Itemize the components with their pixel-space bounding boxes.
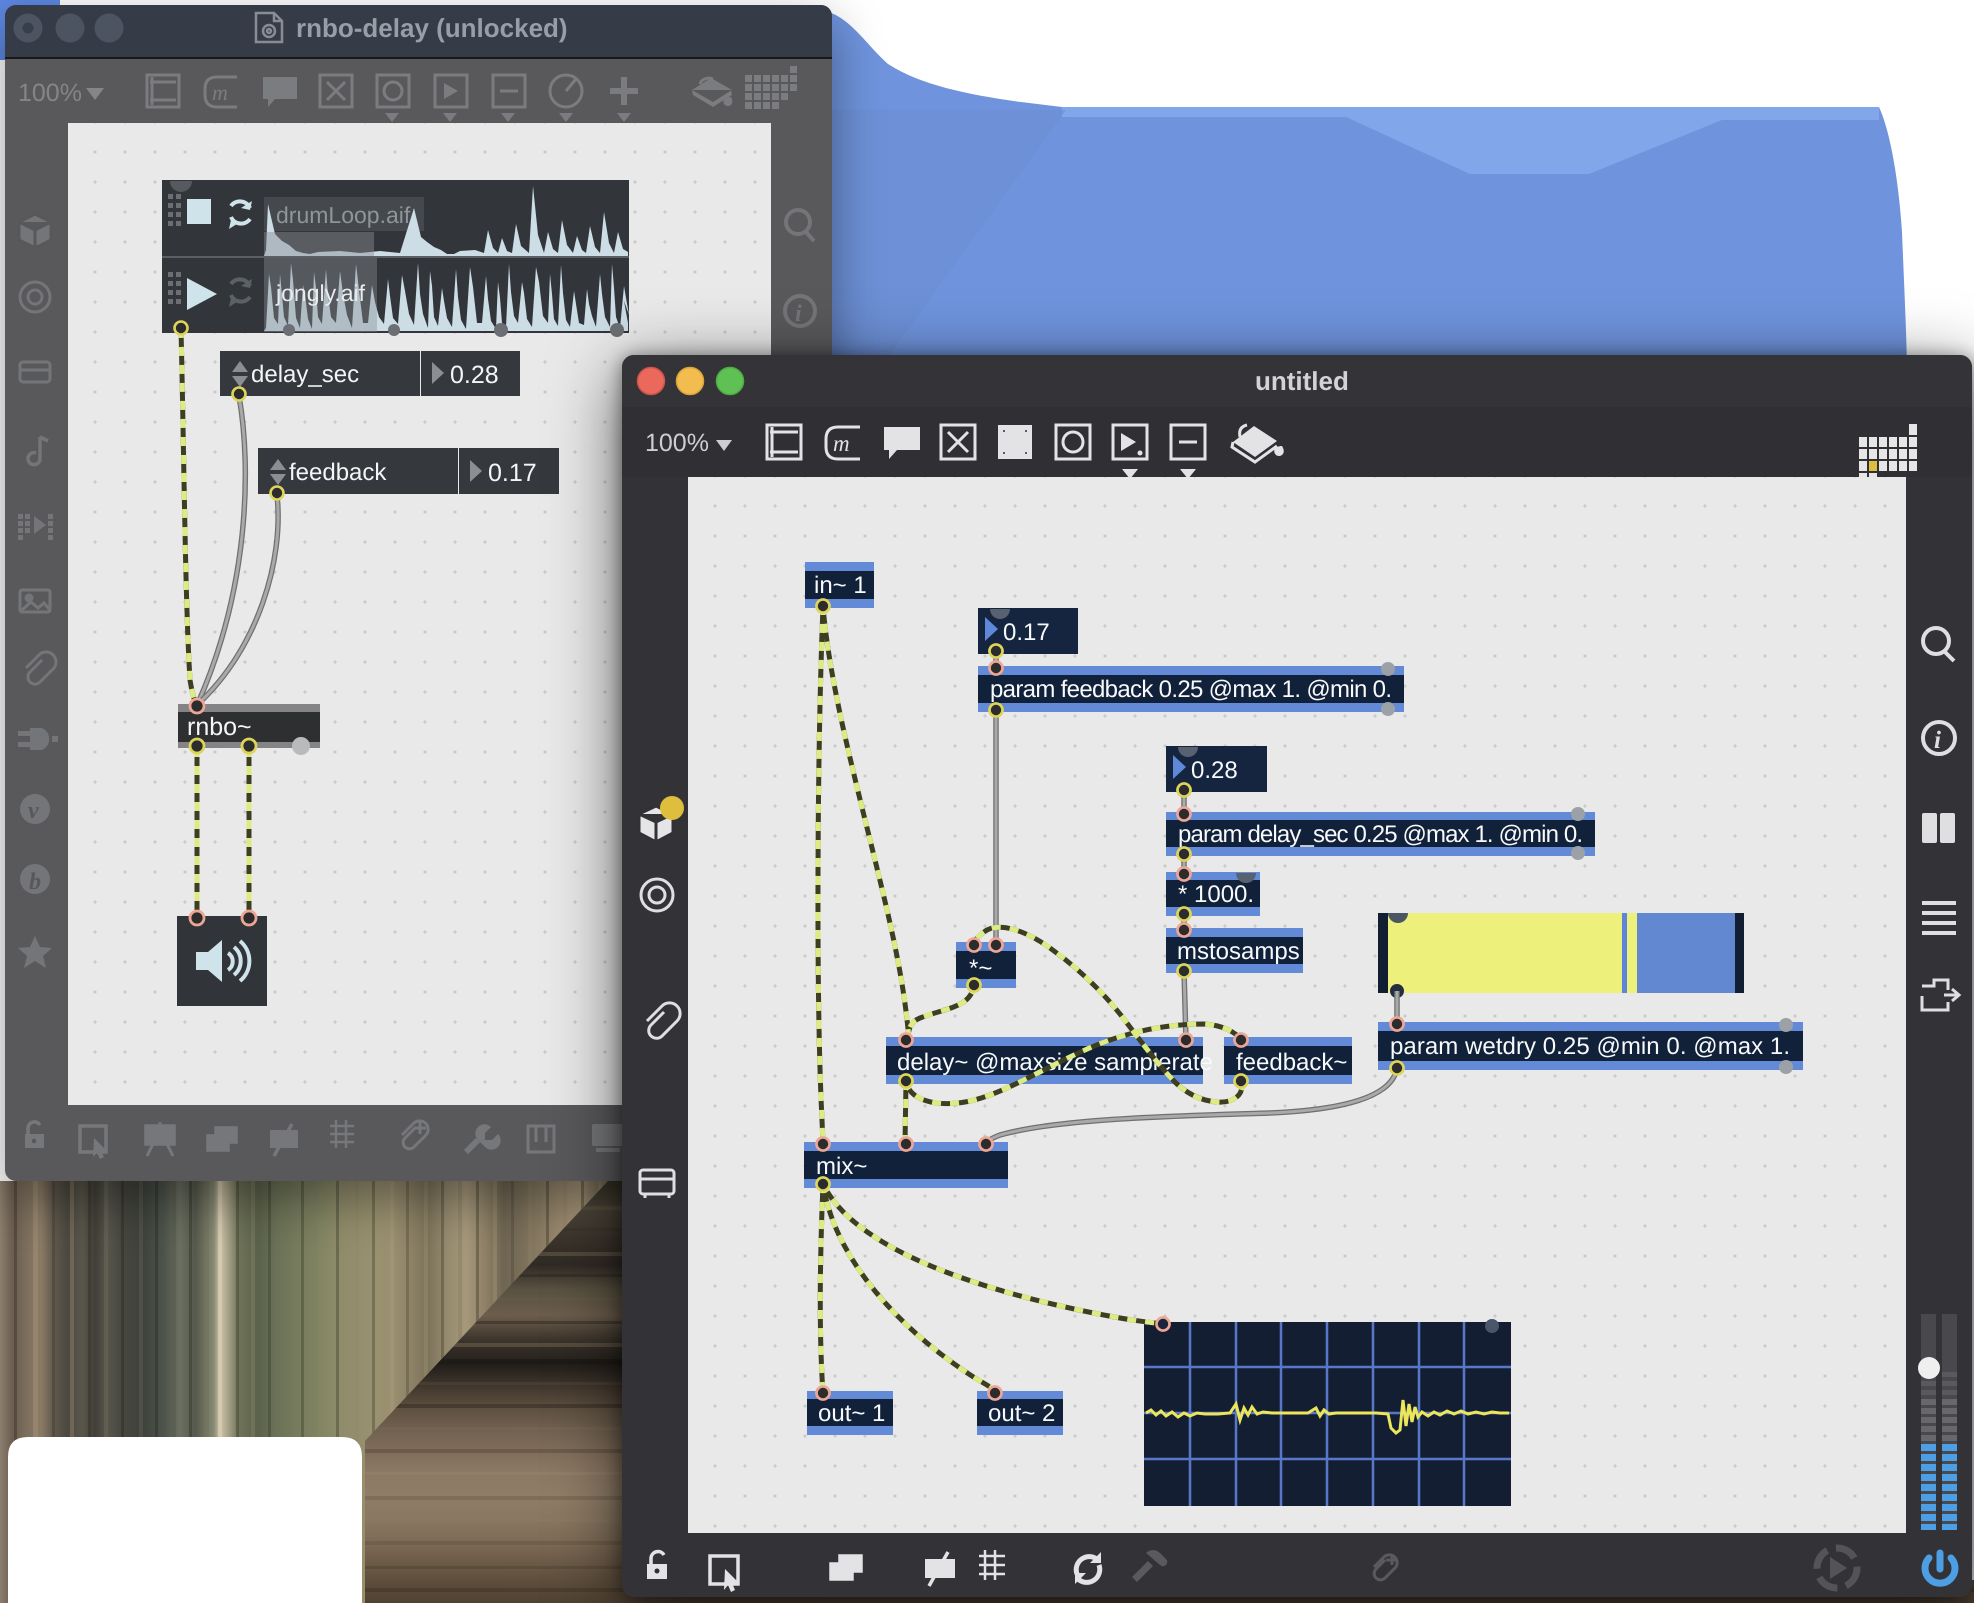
svg-text:0.28: 0.28: [450, 361, 499, 389]
svg-text:m: m: [212, 80, 228, 105]
svg-text:* 1000.: * 1000.: [1178, 881, 1254, 908]
svg-text:drumLoop.aif: drumLoop.aif: [276, 202, 411, 228]
svg-text:param feedback 0.25 @max 1. @m: param feedback 0.25 @max 1. @min 0.: [990, 676, 1392, 703]
svg-text:untitled: untitled: [1255, 366, 1349, 396]
svg-text:mstosamps: mstosamps: [1177, 938, 1300, 965]
svg-text:rnbo~: rnbo~: [187, 713, 252, 741]
svg-text:out~ 1: out~ 1: [818, 1400, 885, 1427]
svg-text:feedback: feedback: [289, 459, 387, 486]
svg-text:mix~: mix~: [816, 1153, 867, 1180]
svg-text:jongly.aif: jongly.aif: [275, 280, 366, 306]
svg-text:100%: 100%: [18, 79, 82, 107]
svg-text:out~ 2: out~ 2: [988, 1400, 1055, 1427]
svg-text:0.17: 0.17: [488, 459, 537, 487]
svg-text:100%: 100%: [645, 429, 709, 457]
svg-text:in~ 1: in~ 1: [814, 572, 867, 599]
svg-text:m: m: [833, 431, 850, 456]
svg-text:i: i: [795, 301, 802, 327]
svg-text:i: i: [1934, 727, 1941, 754]
svg-text:0.17: 0.17: [1003, 619, 1050, 646]
svg-text:feedback~: feedback~: [1236, 1049, 1347, 1076]
svg-text:param wetdry 0.25 @min 0. @max: param wetdry 0.25 @min 0. @max 1.: [1390, 1033, 1790, 1060]
svg-text:b: b: [29, 869, 41, 895]
svg-text:param delay_sec 0.25 @max 1. @: param delay_sec 0.25 @max 1. @min 0.: [1178, 821, 1583, 848]
svg-text:delay_sec: delay_sec: [251, 361, 359, 388]
svg-text:0.28: 0.28: [1191, 757, 1238, 784]
svg-text:rnbo-delay (unlocked): rnbo-delay (unlocked): [296, 13, 568, 43]
svg-text:v: v: [28, 798, 39, 824]
